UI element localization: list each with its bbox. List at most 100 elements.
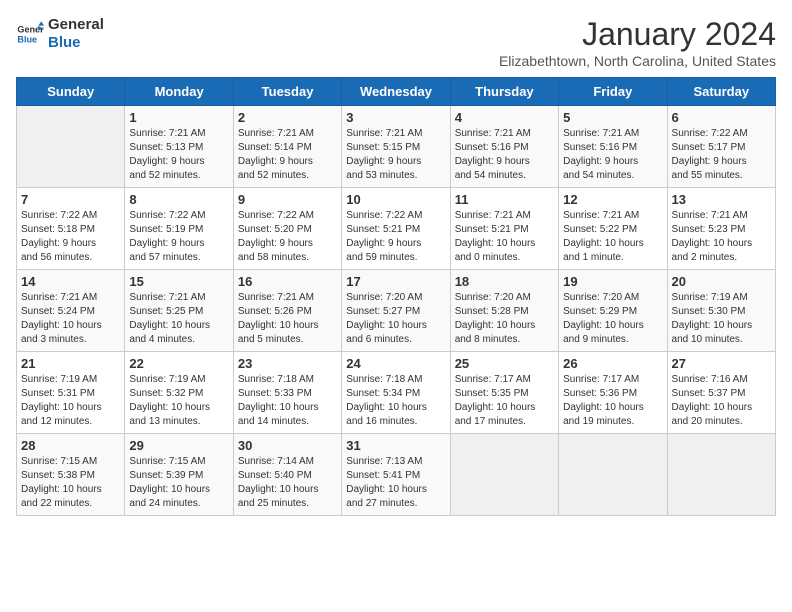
day-cell: 30 Sunrise: 7:14 AM Sunset: 5:40 PM Dayli… (233, 434, 341, 516)
day-number: 21 (21, 356, 120, 371)
day-cell: 20Sunrise: 7:19 AM Sunset: 5:30 PM Dayli… (667, 270, 775, 352)
header: General Blue General Blue January 2024 E… (16, 16, 776, 69)
day-cell: 1 Sunrise: 7:21 AM Sunset: 5:13 PM Daylig… (125, 106, 233, 188)
day-content: Sunrise: 7:19 AM Sunset: 5:32 PM Dayligh… (129, 373, 228, 429)
day-number: 17 (346, 274, 445, 289)
day-number: 5 (563, 110, 662, 125)
day-cell: 4 Sunrise: 7:21 AM Sunset: 5:16 PM Daylig… (450, 106, 558, 188)
day-content: Sunrise: 7:22 AM Sunset: 5:18 PM Dayligh… (21, 209, 120, 265)
day-number: 15 (129, 274, 228, 289)
day-number: 11 (455, 192, 554, 207)
day-content: Sunrise: 7:13 AM Sunset: 5:41 PM Dayligh… (346, 455, 445, 511)
day-number: 27 (672, 356, 771, 371)
day-cell: 12Sunrise: 7:21 AM Sunset: 5:22 PM Dayli… (559, 188, 667, 270)
day-number: 22 (129, 356, 228, 371)
day-cell (559, 434, 667, 516)
day-cell: 27Sunrise: 7:16 AM Sunset: 5:37 PM Dayli… (667, 352, 775, 434)
day-content: Sunrise: 7:20 AM Sunset: 5:27 PM Dayligh… (346, 291, 445, 347)
day-cell: 8 Sunrise: 7:22 AM Sunset: 5:19 PM Daylig… (125, 188, 233, 270)
header-cell-tuesday: Tuesday (233, 78, 341, 106)
calendar-header: SundayMondayTuesdayWednesdayThursdayFrid… (17, 78, 776, 106)
day-cell: 13 Sunrise: 7:21 AM Sunset: 5:23 PM Dayli… (667, 188, 775, 270)
day-cell: 28Sunrise: 7:15 AM Sunset: 5:38 PM Dayli… (17, 434, 125, 516)
day-number: 30 (238, 438, 337, 453)
day-cell: 22 Sunrise: 7:19 AM Sunset: 5:32 PM Dayli… (125, 352, 233, 434)
day-cell: 17 Sunrise: 7:20 AM Sunset: 5:27 PM Dayli… (342, 270, 450, 352)
day-content: Sunrise: 7:21 AM Sunset: 5:13 PM Dayligh… (129, 127, 228, 183)
day-cell: 15 Sunrise: 7:21 AM Sunset: 5:25 PM Dayli… (125, 270, 233, 352)
day-number: 19 (563, 274, 662, 289)
week-row-3: 14 Sunrise: 7:21 AM Sunset: 5:24 PM Dayli… (17, 270, 776, 352)
day-content: Sunrise: 7:21 AM Sunset: 5:16 PM Dayligh… (455, 127, 554, 183)
week-row-1: 1 Sunrise: 7:21 AM Sunset: 5:13 PM Daylig… (17, 106, 776, 188)
day-cell: 18Sunrise: 7:20 AM Sunset: 5:28 PM Dayli… (450, 270, 558, 352)
logo-blue: Blue (48, 34, 104, 52)
day-cell (667, 434, 775, 516)
calendar-subtitle: Elizabethtown, North Carolina, United St… (499, 53, 776, 69)
day-content: Sunrise: 7:14 AM Sunset: 5:40 PM Dayligh… (238, 455, 337, 511)
day-content: Sunrise: 7:21 AM Sunset: 5:25 PM Dayligh… (129, 291, 228, 347)
day-cell: 5 Sunrise: 7:21 AM Sunset: 5:16 PM Daylig… (559, 106, 667, 188)
header-row: SundayMondayTuesdayWednesdayThursdayFrid… (17, 78, 776, 106)
day-content: Sunrise: 7:21 AM Sunset: 5:24 PM Dayligh… (21, 291, 120, 347)
day-number: 3 (346, 110, 445, 125)
day-cell: 29 Sunrise: 7:15 AM Sunset: 5:39 PM Dayli… (125, 434, 233, 516)
day-number: 4 (455, 110, 554, 125)
day-cell: 11Sunrise: 7:21 AM Sunset: 5:21 PM Dayli… (450, 188, 558, 270)
day-cell: 7Sunrise: 7:22 AM Sunset: 5:18 PM Daylig… (17, 188, 125, 270)
day-number: 31 (346, 438, 445, 453)
day-content: Sunrise: 7:18 AM Sunset: 5:33 PM Dayligh… (238, 373, 337, 429)
day-number: 23 (238, 356, 337, 371)
day-content: Sunrise: 7:22 AM Sunset: 5:21 PM Dayligh… (346, 209, 445, 265)
day-cell: 26Sunrise: 7:17 AM Sunset: 5:36 PM Dayli… (559, 352, 667, 434)
day-number: 26 (563, 356, 662, 371)
day-cell: 14 Sunrise: 7:21 AM Sunset: 5:24 PM Dayli… (17, 270, 125, 352)
day-number: 29 (129, 438, 228, 453)
day-content: Sunrise: 7:19 AM Sunset: 5:31 PM Dayligh… (21, 373, 120, 429)
week-row-5: 28Sunrise: 7:15 AM Sunset: 5:38 PM Dayli… (17, 434, 776, 516)
day-content: Sunrise: 7:15 AM Sunset: 5:38 PM Dayligh… (21, 455, 120, 511)
day-content: Sunrise: 7:15 AM Sunset: 5:39 PM Dayligh… (129, 455, 228, 511)
day-content: Sunrise: 7:21 AM Sunset: 5:15 PM Dayligh… (346, 127, 445, 183)
day-cell: 3 Sunrise: 7:21 AM Sunset: 5:15 PM Daylig… (342, 106, 450, 188)
logo-general: General (48, 16, 104, 34)
header-cell-monday: Monday (125, 78, 233, 106)
day-cell: 25Sunrise: 7:17 AM Sunset: 5:35 PM Dayli… (450, 352, 558, 434)
day-content: Sunrise: 7:19 AM Sunset: 5:30 PM Dayligh… (672, 291, 771, 347)
week-row-2: 7Sunrise: 7:22 AM Sunset: 5:18 PM Daylig… (17, 188, 776, 270)
day-cell: 23 Sunrise: 7:18 AM Sunset: 5:33 PM Dayli… (233, 352, 341, 434)
day-cell: 10 Sunrise: 7:22 AM Sunset: 5:21 PM Dayli… (342, 188, 450, 270)
day-number: 1 (129, 110, 228, 125)
svg-text:Blue: Blue (17, 34, 37, 44)
day-number: 24 (346, 356, 445, 371)
day-cell: 9 Sunrise: 7:22 AM Sunset: 5:20 PM Daylig… (233, 188, 341, 270)
header-cell-friday: Friday (559, 78, 667, 106)
calendar-table: SundayMondayTuesdayWednesdayThursdayFrid… (16, 77, 776, 516)
day-content: Sunrise: 7:22 AM Sunset: 5:17 PM Dayligh… (672, 127, 771, 183)
day-content: Sunrise: 7:20 AM Sunset: 5:29 PM Dayligh… (563, 291, 662, 347)
day-content: Sunrise: 7:17 AM Sunset: 5:35 PM Dayligh… (455, 373, 554, 429)
day-number: 14 (21, 274, 120, 289)
header-cell-wednesday: Wednesday (342, 78, 450, 106)
day-content: Sunrise: 7:21 AM Sunset: 5:16 PM Dayligh… (563, 127, 662, 183)
day-cell (450, 434, 558, 516)
header-cell-saturday: Saturday (667, 78, 775, 106)
day-content: Sunrise: 7:22 AM Sunset: 5:20 PM Dayligh… (238, 209, 337, 265)
day-number: 10 (346, 192, 445, 207)
day-cell: 19 Sunrise: 7:20 AM Sunset: 5:29 PM Dayli… (559, 270, 667, 352)
day-number: 16 (238, 274, 337, 289)
week-row-4: 21 Sunrise: 7:19 AM Sunset: 5:31 PM Dayli… (17, 352, 776, 434)
day-number: 13 (672, 192, 771, 207)
day-cell: 2 Sunrise: 7:21 AM Sunset: 5:14 PM Daylig… (233, 106, 341, 188)
day-content: Sunrise: 7:21 AM Sunset: 5:14 PM Dayligh… (238, 127, 337, 183)
day-number: 9 (238, 192, 337, 207)
day-content: Sunrise: 7:20 AM Sunset: 5:28 PM Dayligh… (455, 291, 554, 347)
day-content: Sunrise: 7:21 AM Sunset: 5:22 PM Dayligh… (563, 209, 662, 265)
day-cell: 31 Sunrise: 7:13 AM Sunset: 5:41 PM Dayli… (342, 434, 450, 516)
day-content: Sunrise: 7:21 AM Sunset: 5:23 PM Dayligh… (672, 209, 771, 265)
day-number: 2 (238, 110, 337, 125)
day-content: Sunrise: 7:22 AM Sunset: 5:19 PM Dayligh… (129, 209, 228, 265)
day-content: Sunrise: 7:18 AM Sunset: 5:34 PM Dayligh… (346, 373, 445, 429)
header-cell-thursday: Thursday (450, 78, 558, 106)
day-number: 8 (129, 192, 228, 207)
